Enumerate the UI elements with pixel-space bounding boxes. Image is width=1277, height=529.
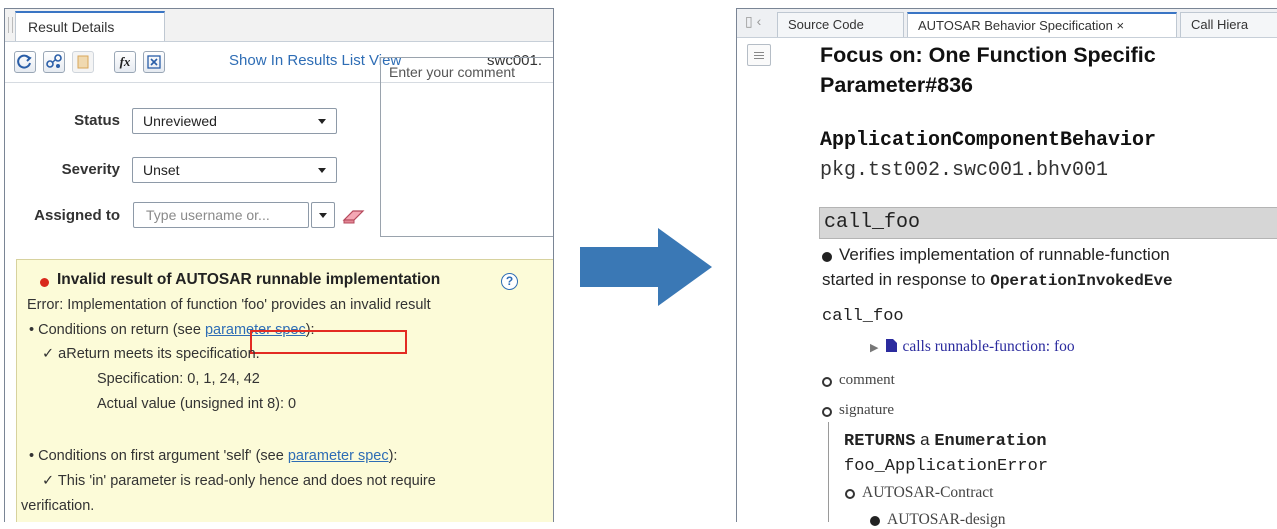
conditions-return-prefix: • Conditions on return (see	[29, 322, 205, 338]
comment-field[interactable]: Enter your comment	[380, 57, 553, 237]
actual-line: Actual value (unsigned int 8): 0	[97, 396, 297, 412]
expand-triangle-icon[interactable]: ▶	[870, 342, 878, 354]
component-label: ApplicationComponentBehavior	[820, 129, 1157, 152]
areturn-line: ✓ aReturn meets its specification.	[42, 346, 260, 362]
chevron-down-icon	[319, 213, 327, 218]
menu-icon[interactable]	[747, 44, 771, 66]
operation-invoked-event: OperationInvokedEve	[990, 272, 1173, 290]
arrow-right-icon	[580, 228, 712, 306]
conditions-first-line: • Conditions on first argument 'self' (s…	[29, 448, 397, 464]
assignee-input[interactable]: Type username or...	[133, 202, 309, 228]
returns-type: Enumeration	[934, 432, 1047, 451]
tab-result-details[interactable]: Result Details	[15, 11, 165, 41]
error-dot-icon	[40, 278, 49, 287]
verification-line: verification.	[21, 498, 95, 514]
conditions-first-suffix: ):	[388, 448, 398, 464]
severity-value: Unset	[143, 162, 180, 178]
document-icon	[886, 339, 898, 352]
component-path: pkg.tst002.swc001.bhv001	[820, 159, 1109, 182]
tab-source-code[interactable]: Source Code	[777, 12, 904, 37]
verifies-line1: Verifies implementation of runnable-func…	[839, 245, 1170, 264]
bookmark-icon[interactable]	[72, 51, 94, 73]
right-tab-bar: ▯ ‹ Source Code AUTOSAR Behavior Specifi…	[737, 9, 1277, 38]
assigned-label: Assigned to	[34, 207, 120, 224]
graph-icon[interactable]	[43, 51, 65, 73]
call-name: call_foo	[824, 211, 921, 234]
contract-circle-icon[interactable]	[845, 489, 855, 499]
severity-select[interactable]: Unset	[132, 157, 337, 183]
self-line: ✓ This 'in' parameter is read-only hence…	[42, 473, 436, 489]
focus-heading-line2: Parameter#836	[820, 73, 974, 97]
tab-autosar-behavior[interactable]: AUTOSAR Behavior Specification ×	[907, 12, 1177, 37]
returns-article: a	[920, 430, 930, 449]
returns-line: RETURNS a Enumeration	[844, 430, 1047, 451]
severity-label: Severity	[61, 161, 120, 178]
spec-line: Specification: 0, 1, 24, 42	[97, 371, 260, 387]
result-message-box: Invalid result of AUTOSAR runnable imple…	[16, 259, 553, 522]
left-tab-bar: Result Details	[5, 9, 553, 42]
conditions-first-prefix: • Conditions on first argument 'self' (s…	[29, 448, 288, 464]
calls-line[interactable]: ▶ calls runnable-function: foo	[870, 338, 1075, 356]
returns-keyword: RETURNS	[844, 432, 916, 451]
chevron-down-icon	[318, 168, 326, 173]
drag-grip-icon[interactable]	[8, 17, 13, 33]
tab-call-hierarchy[interactable]: Call Hiera	[1180, 12, 1277, 37]
cross-ref-icon[interactable]	[143, 51, 165, 73]
comment-circle-icon[interactable]	[822, 377, 832, 387]
error-line: Error: Implementation of function 'foo' …	[27, 297, 431, 313]
design-circle-icon[interactable]	[870, 516, 880, 526]
verifies-line2-prefix: started in response to	[822, 270, 991, 289]
check-circle-icon	[822, 252, 832, 262]
show-in-results-link[interactable]: Show In Results List View	[229, 52, 401, 69]
result-details-panel: Result Details fx Show In Results List V…	[4, 8, 554, 522]
calls-text: calls runnable-function: foo	[902, 338, 1075, 355]
help-icon[interactable]: ?	[501, 273, 518, 290]
parameter-spec-link-2[interactable]: parameter spec	[288, 448, 389, 464]
focus-heading-line1: Focus on: One Function Specific	[820, 43, 1156, 67]
highlight-box	[250, 330, 407, 354]
function-icon[interactable]: fx	[114, 51, 136, 73]
eraser-icon[interactable]	[341, 206, 367, 226]
chevron-down-icon	[318, 119, 326, 124]
signature-circle-icon[interactable]	[822, 407, 832, 417]
comment-label[interactable]: comment	[839, 372, 895, 389]
result-title: Invalid result of AUTOSAR runnable imple…	[57, 271, 441, 288]
assignee-dropdown[interactable]	[311, 202, 335, 228]
tree-guide-line	[828, 422, 829, 522]
refresh-icon[interactable]	[14, 51, 36, 73]
tab-scroll-left-icon[interactable]: ▯ ‹	[745, 13, 761, 30]
contract-label[interactable]: AUTOSAR-Contract	[862, 484, 993, 502]
call-name-2: call_foo	[822, 307, 904, 326]
call-foo-header[interactable]: call_foo	[819, 207, 1277, 239]
status-select[interactable]: Unreviewed	[132, 108, 337, 134]
signature-label[interactable]: signature	[839, 402, 894, 419]
error-type: foo_ApplicationError	[844, 457, 1049, 476]
status-value: Unreviewed	[143, 113, 217, 129]
design-label[interactable]: AUTOSAR-design	[887, 511, 1006, 529]
status-label: Status	[74, 112, 120, 129]
verifies-line2: started in response to OperationInvokedE…	[822, 270, 1173, 290]
